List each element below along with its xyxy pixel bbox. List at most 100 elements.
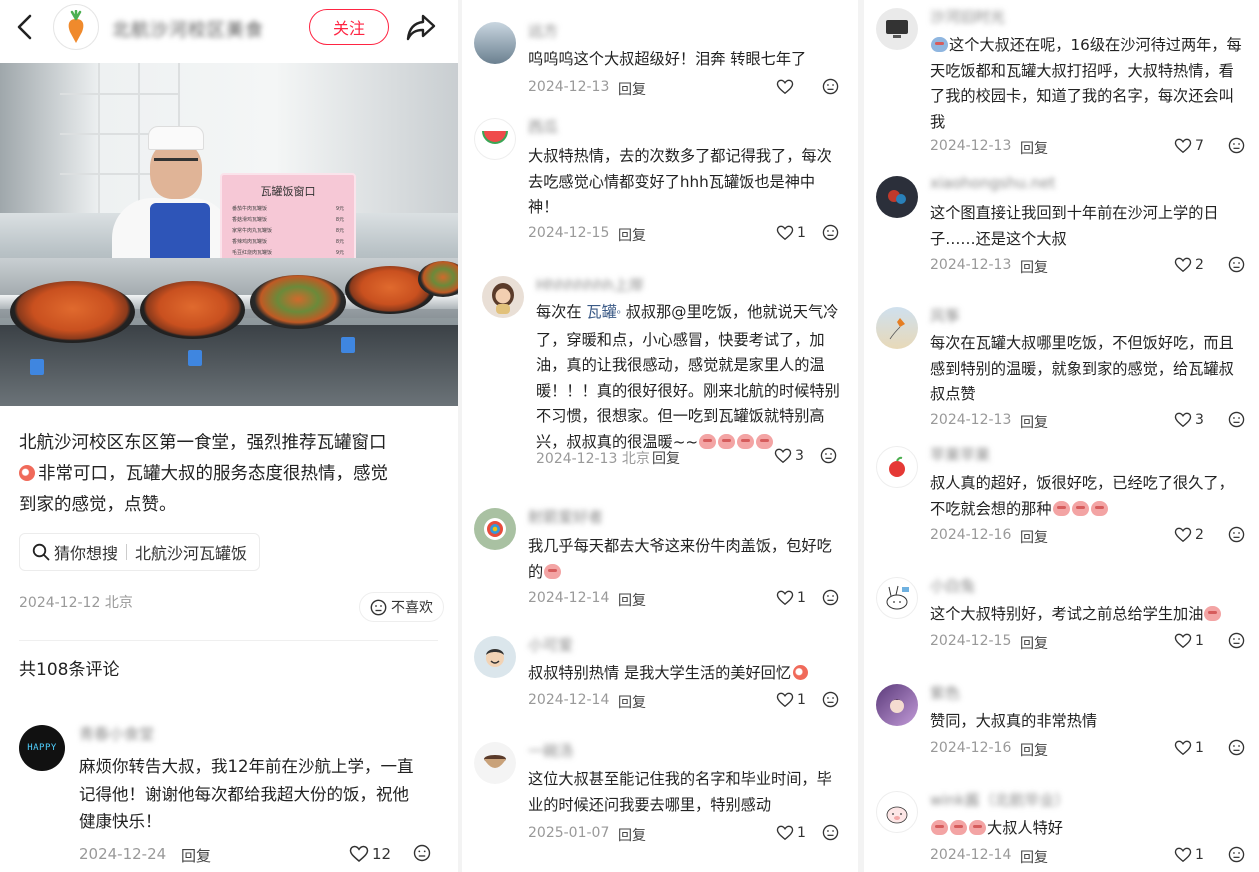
- commenter-name[interactable]: 青春小食堂: [79, 723, 154, 744]
- comment-text-line: 每次在瓦罐大叔哪里吃饭，不但饭好吃，而且: [930, 334, 1234, 352]
- commenter-name[interactable]: xiaohongshu.net: [930, 174, 1055, 192]
- reply-button[interactable]: 回复: [618, 225, 646, 245]
- commenter-avatar[interactable]: [482, 276, 524, 318]
- heart-icon: [1174, 527, 1192, 543]
- comment-date: 2024-12-24: [79, 845, 167, 863]
- like-button[interactable]: 1: [776, 825, 806, 841]
- reply-button[interactable]: 回复: [1020, 257, 1048, 277]
- like-button[interactable]: 2: [1174, 527, 1204, 543]
- dislike-icon[interactable]: [822, 824, 839, 845]
- reply-button[interactable]: 回复: [618, 79, 646, 99]
- commenter-name[interactable]: 沙河旧时光: [930, 6, 1005, 27]
- reply-button[interactable]: 回复: [618, 692, 646, 712]
- heart-icon: [776, 79, 794, 95]
- commenter-avatar[interactable]: HAPPY: [19, 725, 65, 771]
- comment-text-line: 这个大叔特别好，考试之前总给学生加油: [930, 605, 1204, 623]
- author-name[interactable]: 北航沙河校区美食: [112, 16, 264, 42]
- commenter-name[interactable]: 射箭爱好者: [528, 506, 603, 527]
- commenter-avatar[interactable]: [474, 636, 516, 678]
- like-count: 1: [1195, 740, 1204, 756]
- dislike-icon[interactable]: [1228, 739, 1245, 760]
- like-count: 1: [1195, 847, 1204, 863]
- commenter-avatar[interactable]: [876, 176, 918, 218]
- like-button[interactable]: 1: [1174, 633, 1204, 649]
- comment-text-line: 感到特别的温暖，就象到家的感觉，给瓦罐叔: [930, 359, 1234, 378]
- reply-button[interactable]: 回复: [618, 825, 646, 845]
- commenter-avatar[interactable]: [474, 118, 516, 160]
- commenter-avatar[interactable]: [876, 791, 918, 833]
- commenter-name[interactable]: 风筝: [930, 305, 960, 326]
- smiling-boy-icon: [486, 649, 504, 667]
- dislike-button[interactable]: 不喜欢: [359, 592, 444, 622]
- reply-button[interactable]: 回复: [1020, 138, 1048, 158]
- reply-button[interactable]: 回复: [1020, 740, 1048, 760]
- commenter-avatar[interactable]: [876, 8, 918, 50]
- reply-button[interactable]: 回复: [1020, 633, 1048, 653]
- commenter-avatar[interactable]: [474, 742, 516, 784]
- reply-button[interactable]: 回复: [652, 448, 680, 468]
- pig-emoji-icon: [1204, 606, 1222, 621]
- like-button[interactable]: 7: [1174, 138, 1204, 154]
- dislike-icon[interactable]: [413, 844, 431, 866]
- commenter-name[interactable]: 西瓜: [528, 116, 558, 137]
- commenter-avatar[interactable]: [876, 684, 918, 726]
- commenter-avatar[interactable]: [474, 508, 516, 550]
- dislike-icon[interactable]: [1228, 137, 1245, 158]
- like-button[interactable]: [776, 79, 797, 95]
- dislike-icon[interactable]: [820, 447, 837, 468]
- author-avatar[interactable]: [53, 4, 99, 50]
- post-photo[interactable]: 瓦罐饭窗口 番茄牛肉瓦罐饭 9元 香菇滑鸡瓦罐饭 8元 家常牛肉丸瓦罐饭 8元 香辣鸡…: [0, 63, 458, 406]
- reply-button[interactable]: 回复: [1020, 847, 1048, 867]
- pig-emoji-icon: [1071, 500, 1089, 516]
- like-button[interactable]: 1: [1174, 847, 1204, 863]
- reply-button[interactable]: 回复: [1020, 527, 1048, 547]
- comment-text-line: 去吃感觉心情都变好了hhh瓦罐饭也是神中: [528, 172, 816, 191]
- commenter-avatar[interactable]: [876, 446, 918, 488]
- commenter-avatar[interactable]: [474, 22, 516, 64]
- comment-text-line: 呜呜呜这个大叔超级好！泪奔 转眼七年了: [528, 50, 807, 68]
- commenter-name[interactable]: 小可爱: [528, 634, 573, 655]
- comment-footer: 2024-12-13 回复: [528, 78, 848, 99]
- dislike-icon[interactable]: [1228, 846, 1245, 867]
- keyword-link[interactable]: 瓦罐: [586, 303, 616, 321]
- commenter-name[interactable]: Hhhhhhhh上岸: [536, 274, 644, 295]
- follow-button[interactable]: 关注: [309, 9, 389, 45]
- commenter-name[interactable]: 一碗汤: [528, 740, 573, 761]
- commenter-name[interactable]: 紫色: [930, 682, 960, 703]
- reply-button[interactable]: 回复: [1020, 412, 1048, 432]
- like-button[interactable]: 1: [776, 590, 806, 606]
- like-button[interactable]: 1: [776, 225, 806, 241]
- suggested-search[interactable]: 猜你想搜 北航沙河瓦罐饭: [19, 533, 261, 571]
- comment-text-line: 天吃饭都和瓦罐大叔打招呼，大叔特热情，看: [930, 61, 1234, 80]
- dislike-icon[interactable]: [1228, 256, 1245, 277]
- like-button[interactable]: 3: [774, 448, 804, 464]
- like-button[interactable]: 1: [776, 692, 806, 708]
- comment-footer: 2024-12-16 回复 1: [930, 739, 1259, 760]
- comment-text-line: 叔点赞: [930, 385, 976, 403]
- like-button[interactable]: 1: [1174, 740, 1204, 756]
- like-button[interactable]: 3: [1174, 412, 1204, 428]
- like-button[interactable]: 2: [1174, 257, 1204, 273]
- commenter-avatar[interactable]: [876, 307, 918, 349]
- dislike-icon[interactable]: [822, 78, 839, 99]
- commenter-name[interactable]: 远方: [528, 20, 558, 41]
- like-button[interactable]: 12: [349, 845, 391, 863]
- dislike-icon[interactable]: [822, 589, 839, 610]
- commenter-avatar[interactable]: [876, 577, 918, 619]
- photo-pot: [250, 275, 346, 329]
- dislike-icon[interactable]: [1228, 411, 1245, 432]
- reply-button[interactable]: 回复: [618, 590, 646, 610]
- commenter-name[interactable]: 小白兔: [930, 575, 975, 596]
- dislike-icon[interactable]: [822, 691, 839, 712]
- commenter-name[interactable]: 苹果苹果: [930, 444, 990, 465]
- pig-emoji-icon: [969, 820, 986, 835]
- reply-button[interactable]: 回复: [181, 845, 211, 866]
- dislike-icon[interactable]: [822, 224, 839, 245]
- like-count: 3: [795, 448, 804, 464]
- comment-footer: 2024-12-13 北京 回复 3: [536, 447, 848, 468]
- dislike-icon[interactable]: [1228, 526, 1245, 547]
- dislike-icon[interactable]: [1228, 632, 1245, 653]
- share-icon[interactable]: [405, 12, 437, 42]
- commenter-name[interactable]: wink酱（北航毕业）: [930, 789, 1070, 810]
- back-button[interactable]: [14, 13, 38, 41]
